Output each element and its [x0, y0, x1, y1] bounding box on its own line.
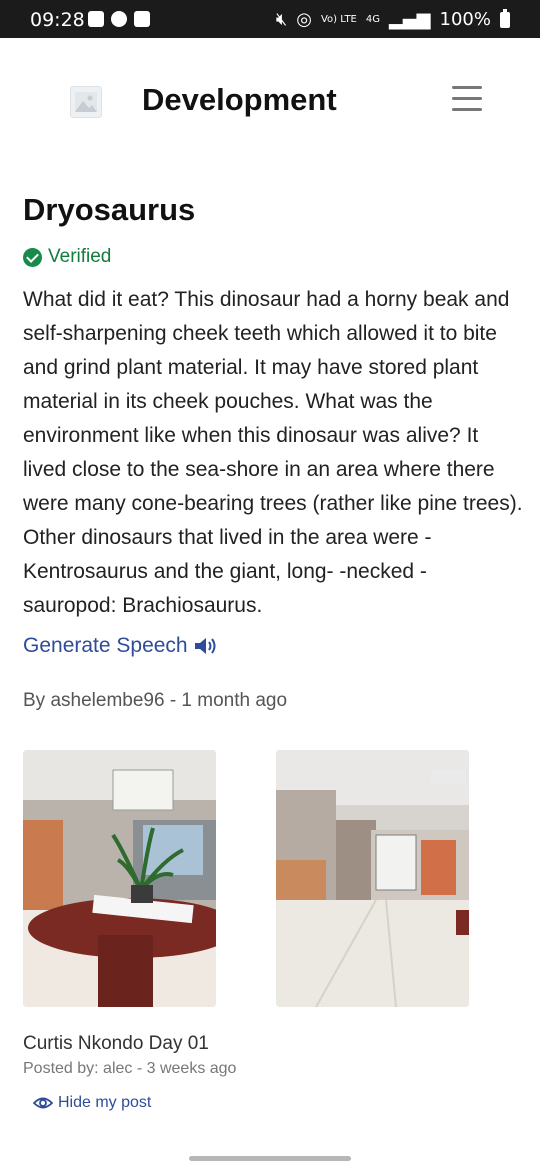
post-photo-reception[interactable]: [23, 750, 216, 1007]
speaker-icon: [194, 638, 216, 654]
post-photo-hallway[interactable]: [276, 750, 469, 1007]
volte-label: Vo) LTE: [320, 14, 357, 25]
eye-icon: [33, 1097, 53, 1109]
post-body: What did it eat? This dinosaur had a hor…: [23, 288, 523, 617]
hide-post-button[interactable]: Hide my post: [33, 1094, 151, 1112]
home-indicator[interactable]: [189, 1156, 351, 1161]
hide-post-label[interactable]: Hide my post: [58, 1094, 151, 1112]
generate-speech-link[interactable]: Generate Speech: [23, 634, 222, 658]
image-placeholder-icon[interactable]: [70, 86, 102, 118]
verified-badge: Verified: [23, 246, 111, 268]
gallery-posted-meta: Posted by: alec - 3 weeks ago: [23, 1060, 237, 1077]
hamburger-menu-icon[interactable]: [452, 86, 482, 114]
battery-icon: [500, 8, 510, 28]
gallery-notification-icon: [88, 11, 104, 27]
message-notification-icon: [111, 11, 127, 27]
app-header: Development: [0, 38, 540, 162]
battery-percent: 100%: [439, 9, 491, 30]
mute-icon: 🔇︎: [275, 9, 288, 30]
signal-icon: ▂▄▆: [389, 9, 431, 30]
post-byline: By ashelembe96 - 1 month ago: [23, 690, 288, 711]
hotspot-icon: ◎: [296, 9, 312, 30]
gallery-caption: Curtis Nkondo Day 01: [23, 1033, 209, 1054]
generate-speech-label[interactable]: Generate Speech: [23, 634, 188, 658]
checkbox-notification-icon: [134, 11, 150, 27]
verified-label: Verified: [48, 246, 112, 267]
status-time: 09:28: [30, 9, 85, 31]
network-label: 4G: [365, 14, 380, 25]
post-title: Dryosaurus: [23, 192, 196, 227]
page-title: Development: [142, 82, 337, 117]
check-circle-icon: [23, 247, 42, 267]
status-bar: 09:28 🔇︎ ◎ Vo) LTE 4G ▂▄▆ 100%: [0, 0, 540, 38]
